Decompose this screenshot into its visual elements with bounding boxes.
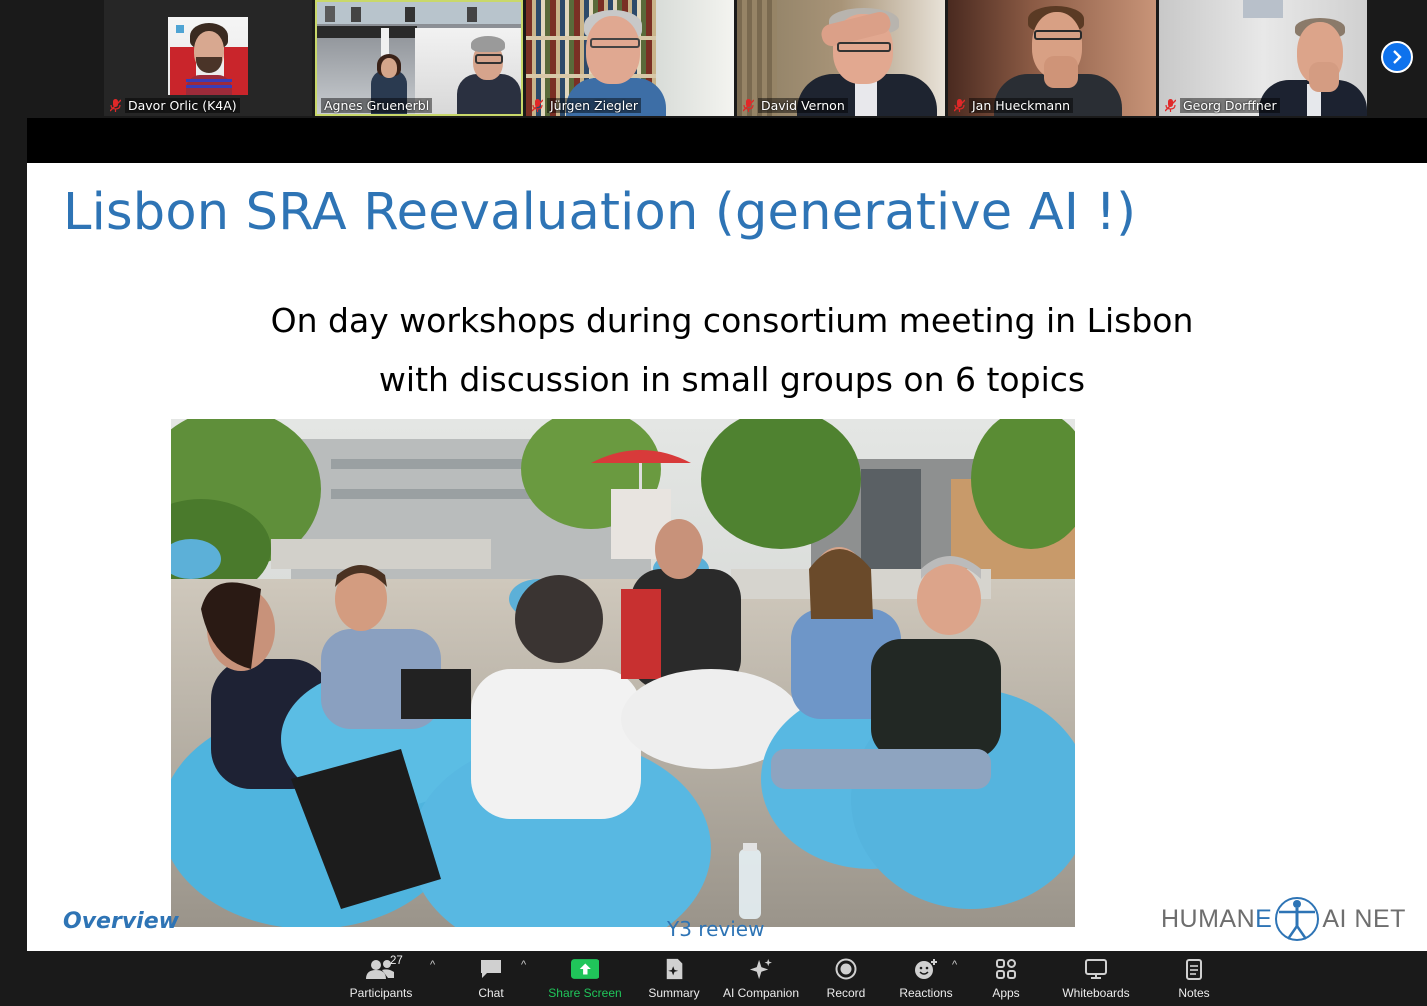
next-page-button[interactable] <box>1381 41 1413 73</box>
participant-name: Agnes Gruenerbl <box>321 98 433 113</box>
workshop-photo <box>171 419 1075 927</box>
participant-name: Georg Dorffner <box>1180 98 1280 113</box>
ai-companion-label: AI Companion <box>722 986 800 1000</box>
participant-tile-active-speaker[interactable]: Agnes Gruenerbl <box>315 0 523 116</box>
mic-muted-icon <box>954 99 965 112</box>
meeting-toolbar: 27 Participants ^ Chat ^ Share Screen Su… <box>0 951 1427 1006</box>
participant-video <box>168 17 248 95</box>
summary-icon <box>666 958 683 980</box>
summary-button[interactable]: Summary <box>644 957 704 1003</box>
participant-tile[interactable]: Georg Dorffner <box>1159 0 1367 116</box>
share-top-bar <box>27 118 1427 163</box>
mic-muted-icon <box>1165 99 1176 112</box>
participant-name: David Vernon <box>758 98 848 113</box>
participant-name: Davor Orlic (K4A) <box>125 98 240 113</box>
reactions-menu-caret[interactable]: ^ <box>952 959 957 971</box>
share-screen-icon <box>570 959 600 979</box>
whiteboard-icon <box>1085 959 1107 979</box>
participant-tile[interactable]: Jan Hueckmann <box>948 0 1156 116</box>
participant-tile[interactable]: David Vernon <box>737 0 945 116</box>
notes-icon <box>1186 959 1202 980</box>
record-button[interactable]: Record <box>822 957 870 1003</box>
vitruvian-man-icon <box>1275 897 1320 941</box>
mic-muted-icon <box>743 99 754 112</box>
mic-muted-icon <box>532 99 543 112</box>
record-label: Record <box>826 986 866 1000</box>
summary-label: Summary <box>648 986 700 1000</box>
apps-button[interactable]: Apps <box>986 957 1026 1003</box>
slide-footer-left: Overview <box>63 909 179 934</box>
participant-tile[interactable]: Jürgen Ziegler <box>526 0 734 116</box>
participant-strip: Davor Orlic (K4A) Agnes Gruenerbl Jürgen… <box>0 0 1427 118</box>
ai-sparkle-icon <box>749 958 772 980</box>
apps-icon <box>996 959 1016 979</box>
notes-button[interactable]: Notes <box>1173 957 1215 1003</box>
ai-companion-button[interactable]: AI Companion <box>719 957 803 1003</box>
participants-menu-caret[interactable]: ^ <box>430 959 435 971</box>
share-screen-label: Share Screen <box>548 986 622 1000</box>
reactions-smiley-icon <box>915 959 937 979</box>
humane-ai-net-logo: HUMAN E AI NET <box>1161 893 1406 945</box>
mic-muted-icon <box>110 99 121 112</box>
chat-icon <box>481 960 501 978</box>
logo-text-e: E <box>1255 904 1273 933</box>
chat-menu-caret[interactable]: ^ <box>521 959 526 971</box>
participant-name: Jürgen Ziegler <box>547 98 642 113</box>
slide-subtitle-line-2: with discussion in small groups on 6 top… <box>378 360 1086 399</box>
share-screen-button[interactable]: Share Screen <box>547 957 623 1003</box>
slide-title: Lisbon SRA Reevaluation (generative AI !… <box>63 183 1137 242</box>
participants-label: Participants <box>349 986 413 1000</box>
slide-subtitle-line-1: On day workshops during consortium meeti… <box>270 301 1194 340</box>
reactions-label: Reactions <box>899 986 953 1000</box>
participant-name: Jan Hueckmann <box>969 98 1074 113</box>
chevron-right-icon <box>1393 50 1402 64</box>
participant-tile[interactable]: Davor Orlic (K4A) <box>104 0 312 116</box>
record-icon <box>835 958 857 980</box>
whiteboards-label: Whiteboards <box>1062 986 1130 1000</box>
participants-button[interactable]: 27 Participants <box>348 955 414 1003</box>
chat-button[interactable]: Chat <box>470 957 512 1003</box>
shared-slide: Lisbon SRA Reevaluation (generative AI !… <box>27 163 1427 951</box>
slide-footer-center: Y3 review <box>667 917 765 941</box>
participants-count: 27 <box>390 955 403 967</box>
logo-text-human: HUMAN <box>1161 904 1256 933</box>
apps-label: Apps <box>992 986 1020 1000</box>
logo-text-ai-net: AI NET <box>1322 904 1406 933</box>
whiteboards-button[interactable]: Whiteboards <box>1058 957 1134 1003</box>
notes-label: Notes <box>1178 986 1210 1000</box>
reactions-button[interactable]: Reactions <box>898 957 954 1003</box>
chat-label: Chat <box>478 986 504 1000</box>
